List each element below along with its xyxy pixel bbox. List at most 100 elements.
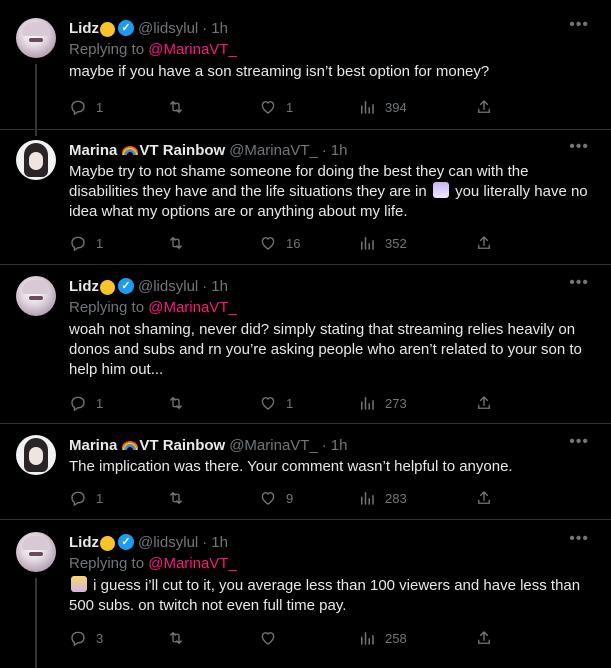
- action-bar: 1 1 394: [69, 98, 499, 118]
- reply-count: 1: [96, 99, 104, 115]
- retweet-button[interactable]: [167, 629, 194, 647]
- share-button[interactable]: [475, 489, 502, 507]
- reply-count: 3: [96, 630, 104, 646]
- author-handle[interactable]: @MarinaVT_: [229, 142, 318, 159]
- verified-badge-icon[interactable]: ✓: [118, 278, 134, 294]
- retweet-button[interactable]: [167, 234, 194, 252]
- rainbow-emoji-icon: [122, 440, 139, 450]
- rainbow-emoji-icon: [122, 145, 139, 155]
- timestamp[interactable]: 1h: [211, 20, 228, 37]
- avatar[interactable]: [16, 276, 56, 316]
- more-options-icon[interactable]: •••: [569, 138, 589, 156]
- author-name-suffix[interactable]: VT Rainbow: [139, 142, 225, 159]
- like-button[interactable]: 16: [259, 234, 300, 252]
- separator-dot: ·: [202, 19, 208, 37]
- reply-icon: [71, 491, 85, 507]
- author-name[interactable]: Marina: [69, 437, 117, 454]
- timestamp[interactable]: 1h: [331, 437, 348, 454]
- retweet-icon: [170, 100, 182, 114]
- smirk-emoji-icon: [100, 535, 115, 551]
- tweet-header: Lidz ✓ @lidsylul · 1h: [69, 18, 599, 38]
- author-name[interactable]: Lidz: [69, 534, 99, 551]
- like-button[interactable]: [259, 629, 286, 647]
- reply-button[interactable]: 3: [69, 629, 103, 647]
- retweet-icon: [170, 491, 182, 505]
- action-bar: 1 9 283: [69, 489, 499, 509]
- mention-link[interactable]: @MarinaVT_: [148, 41, 237, 58]
- separator-dot: ·: [202, 277, 208, 295]
- views-button[interactable]: 352: [358, 234, 407, 252]
- author-handle[interactable]: @MarinaVT_: [229, 437, 318, 454]
- views-button[interactable]: 283: [358, 489, 407, 507]
- author-name[interactable]: Marina: [69, 142, 117, 159]
- timestamp[interactable]: 1h: [331, 142, 348, 159]
- replying-to-label: Replying to: [69, 41, 145, 58]
- retweet-button[interactable]: [167, 489, 194, 507]
- views-button[interactable]: 273: [358, 394, 407, 412]
- tweet-content: Lidz ✓ @lidsylul · 1h ••• Replying to @M…: [69, 16, 599, 82]
- retweet-icon: [170, 236, 182, 250]
- author-handle[interactable]: @lidsylul: [138, 20, 198, 37]
- heart-icon: [261, 632, 275, 645]
- author-handle[interactable]: @lidsylul: [138, 534, 198, 551]
- reply-icon: [71, 236, 85, 252]
- author-name[interactable]: Lidz: [69, 278, 99, 295]
- timestamp[interactable]: 1h: [211, 534, 228, 551]
- tweet-header: Marina VT Rainbow @MarinaVT_ · 1h: [69, 435, 599, 455]
- view-count: 258: [385, 630, 407, 646]
- author-handle[interactable]: @lidsylul: [138, 278, 198, 295]
- mention-link[interactable]: @MarinaVT_: [148, 299, 237, 316]
- share-button[interactable]: [475, 98, 502, 116]
- reply-count: 1: [96, 490, 104, 506]
- like-button[interactable]: 1: [259, 98, 293, 116]
- retweet-button[interactable]: [167, 394, 194, 412]
- avatar[interactable]: [16, 18, 56, 58]
- views-button[interactable]: 394: [358, 98, 407, 116]
- share-button[interactable]: [475, 234, 502, 252]
- verified-badge-icon[interactable]: ✓: [118, 20, 134, 36]
- share-button[interactable]: [475, 629, 502, 647]
- reply-button[interactable]: 1: [69, 98, 103, 116]
- view-count: 273: [385, 395, 407, 411]
- replying-to-label: Replying to: [69, 555, 145, 572]
- tweet-text: woah not shaming, never did? simply stat…: [69, 321, 582, 378]
- avatar[interactable]: [16, 140, 56, 180]
- tweet-text-part: i guess i’ll cut to it, you average less…: [69, 577, 581, 614]
- tweet-content: Lidz ✓ @lidsylul · 1h ••• Replying to @M…: [69, 274, 599, 380]
- like-button[interactable]: 1: [259, 394, 293, 412]
- views-chart-icon: [361, 632, 374, 645]
- like-button[interactable]: 9: [259, 489, 293, 507]
- more-options-icon[interactable]: •••: [569, 16, 589, 34]
- reply-button[interactable]: 1: [69, 489, 103, 507]
- avatar[interactable]: [16, 435, 56, 475]
- separator-dot: ·: [321, 436, 327, 454]
- author-name[interactable]: Lidz: [69, 20, 99, 37]
- author-name-suffix[interactable]: VT Rainbow: [139, 437, 225, 454]
- timestamp[interactable]: 1h: [211, 278, 228, 295]
- share-icon: [478, 491, 490, 504]
- reply-button[interactable]: 1: [69, 394, 103, 412]
- views-chart-icon: [361, 492, 374, 505]
- divider: [0, 264, 611, 265]
- thread-line: [35, 578, 37, 668]
- tweet-header: Lidz ✓ @lidsylul · 1h: [69, 532, 599, 552]
- like-count: 1: [286, 395, 294, 411]
- replying-to: Replying to @MarinaVT_: [69, 298, 599, 318]
- mention-link[interactable]: @MarinaVT_: [148, 555, 237, 572]
- shrug-emoji-icon: [432, 182, 449, 198]
- share-button[interactable]: [475, 394, 502, 412]
- more-options-icon[interactable]: •••: [569, 530, 589, 548]
- views-button[interactable]: 258: [358, 629, 407, 647]
- heart-icon: [261, 397, 275, 410]
- replying-to: Replying to @MarinaVT_: [69, 554, 599, 574]
- avatar[interactable]: [16, 532, 56, 572]
- separator-dot: ·: [321, 141, 327, 159]
- smirk-emoji-icon: [100, 279, 115, 295]
- reply-icon: [71, 100, 85, 116]
- retweet-button[interactable]: [167, 98, 194, 116]
- more-options-icon[interactable]: •••: [569, 274, 589, 292]
- more-options-icon[interactable]: •••: [569, 433, 589, 451]
- share-icon: [478, 396, 490, 409]
- verified-badge-icon[interactable]: ✓: [118, 534, 134, 550]
- reply-button[interactable]: 1: [69, 234, 103, 252]
